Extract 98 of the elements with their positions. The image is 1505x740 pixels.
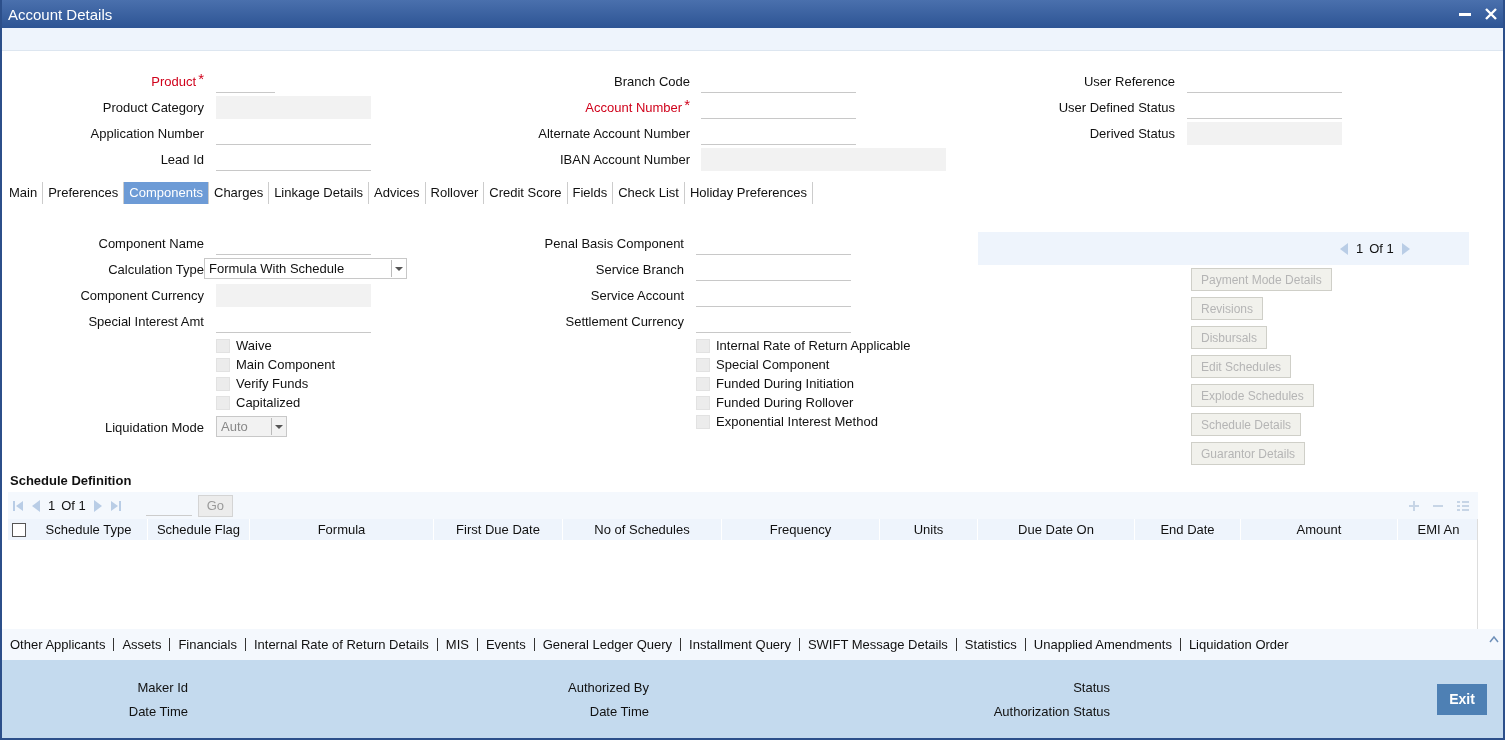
column-header: Units <box>880 519 978 540</box>
exit-button[interactable]: Exit <box>1437 683 1487 715</box>
dropdown[interactable]: Formula With Schedule <box>204 258 407 279</box>
audit-label: Authorized By <box>567 679 649 695</box>
column-header: Formula <box>250 519 434 540</box>
previous-icon[interactable] <box>1338 241 1350 256</box>
select-all-checkbox[interactable] <box>12 522 26 537</box>
collapse-caret-icon[interactable] <box>1489 635 1499 643</box>
field-label: Derived Status <box>1089 125 1175 141</box>
tab[interactable]: Holiday Preferences <box>684 182 813 204</box>
dropdown-caret-icon[interactable] <box>391 260 406 277</box>
window-title: Account Details <box>8 5 114 23</box>
section-title: Schedule Definition <box>10 473 133 488</box>
tab[interactable]: Main <box>4 182 44 204</box>
page-number: 1 <box>48 498 56 513</box>
field-label: Alternate Account Number <box>538 125 690 141</box>
field-label: Liquidation Mode <box>104 419 204 435</box>
checkbox-label: Verify Funds <box>236 376 309 391</box>
column-header: EMI An <box>1398 519 1477 540</box>
checkbox[interactable] <box>696 395 710 410</box>
footer-link[interactable]: Installment Query <box>680 638 799 651</box>
column-header: First Due Date <box>434 519 563 540</box>
checkbox[interactable] <box>696 376 710 391</box>
close-icon[interactable] <box>1485 8 1497 20</box>
footer-link[interactable]: Assets <box>113 638 170 651</box>
column-header: End Date <box>1135 519 1241 540</box>
next-icon[interactable] <box>91 498 104 513</box>
column-header: Amount <box>1241 519 1398 540</box>
checkbox[interactable] <box>696 338 710 353</box>
field-label: User Defined Status <box>1058 99 1175 115</box>
footer-link[interactable]: Liquidation Order <box>1179 638 1297 651</box>
tab[interactable]: Credit Score <box>484 182 568 204</box>
page-count: Of 1 <box>61 498 86 513</box>
field-label: Component Currency <box>80 287 204 303</box>
list-icon[interactable] <box>1456 499 1470 512</box>
next-icon[interactable] <box>1399 241 1412 256</box>
checkbox-label: Exponential Interest Method <box>716 414 878 429</box>
tab[interactable]: Rollover <box>425 182 485 204</box>
field-label: Special Interest Amt <box>88 313 204 329</box>
footer-link[interactable]: Events <box>476 638 534 651</box>
tab[interactable]: Check List <box>613 182 685 204</box>
tab[interactable]: Charges <box>209 182 270 204</box>
field-label: Application Number <box>90 125 204 141</box>
checkbox-label: Funded During Rollover <box>716 395 854 410</box>
required-mark: * <box>684 96 690 115</box>
footer-link[interactable]: Unapplied Amendments <box>1024 638 1180 651</box>
field-label: Calculation Type <box>108 261 204 277</box>
checkbox-label: Internal Rate of Return Applicable <box>716 338 911 353</box>
tab[interactable]: Linkage Details <box>269 182 370 204</box>
previous-icon[interactable] <box>30 498 42 513</box>
footer-link[interactable]: SWIFT Message Details <box>798 638 956 651</box>
field-label: Component Name <box>98 235 204 251</box>
checkbox[interactable] <box>216 395 230 410</box>
tab[interactable]: Advices <box>369 182 426 204</box>
checkbox-label: Waive <box>236 338 272 353</box>
field-label: Penal Basis Component <box>544 235 684 251</box>
column-header: Frequency <box>722 519 880 540</box>
audit-label: Date Time <box>588 703 649 719</box>
footer-link[interactable]: Financials <box>169 638 245 651</box>
footer-link[interactable]: Statistics <box>955 638 1025 651</box>
add-icon[interactable] <box>1408 499 1420 512</box>
field-label: Settlement Currency <box>565 313 684 329</box>
audit-label: Date Time <box>127 703 188 719</box>
page-number: 1 <box>1356 241 1364 256</box>
field-label: Product <box>151 73 197 89</box>
checkbox-label: Special Component <box>716 357 830 372</box>
column-header: Schedule Type <box>30 519 148 540</box>
footer-link[interactable]: Internal Rate of Return Details <box>244 638 437 651</box>
audit-label: Status <box>1072 679 1110 695</box>
last-page-icon[interactable] <box>109 499 122 512</box>
field-label: Service Account <box>590 287 684 303</box>
checkbox-label: Capitalized <box>236 395 301 410</box>
field-label: Product Category <box>102 99 204 115</box>
checkbox[interactable] <box>216 357 230 372</box>
audit-label: Maker Id <box>136 679 188 695</box>
tab[interactable]: Fields <box>567 182 614 204</box>
footer-link[interactable]: General Ledger Query <box>533 638 681 651</box>
checkbox[interactable] <box>216 376 230 391</box>
checkbox-label: Funded During Initiation <box>716 376 855 391</box>
first-page-icon[interactable] <box>12 499 24 512</box>
field-label: Service Branch <box>595 261 684 277</box>
field-label: User Reference <box>1083 73 1175 89</box>
required-mark: * <box>198 70 204 89</box>
field-label: Branch Code <box>614 73 690 89</box>
column-header: Due Date On <box>978 519 1135 540</box>
page-count: Of 1 <box>1369 241 1394 256</box>
field-label: IBAN Account Number <box>559 151 690 167</box>
checkbox[interactable] <box>696 357 710 372</box>
footer-link[interactable]: MIS <box>436 638 477 651</box>
field-label: Lead Id <box>160 151 204 167</box>
column-header: Schedule Flag <box>148 519 250 540</box>
checkbox-label: Main Component <box>236 357 335 372</box>
column-header: No of Schedules <box>563 519 722 540</box>
checkbox[interactable] <box>696 414 710 429</box>
field-label: Account Number <box>585 99 683 115</box>
checkbox[interactable] <box>216 338 230 353</box>
audit-label: Authorization Status <box>992 703 1110 719</box>
footer-link[interactable]: Other Applicants <box>2 638 114 651</box>
